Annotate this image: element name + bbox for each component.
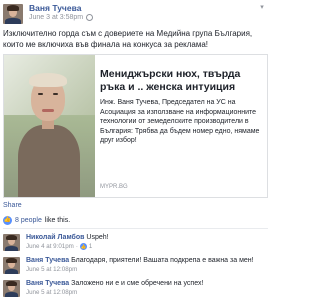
comment: Николай Ламбов Uspeh! June 4 at 9:01pm ·…: [3, 232, 268, 254]
comment-text: Заложено ни е и сме обречени на успех!: [71, 280, 204, 287]
commenter-avatar[interactable]: [3, 234, 20, 251]
author-name[interactable]: Ваня Тучева: [29, 3, 81, 13]
chevron-down-icon[interactable]: ▾: [257, 4, 267, 12]
comment-meta: June 5 at 12:08pm: [26, 266, 77, 273]
link-preview-card[interactable]: Мениджърски нюх, твърда ръка и .. женска…: [3, 54, 268, 198]
link-preview-image[interactable]: [4, 55, 95, 197]
link-title[interactable]: Мениджърски нюх, твърда ръка и .. женска…: [100, 68, 264, 94]
comment-body: Ваня Тучева Благодаря, приятели! Вашата …: [26, 256, 266, 265]
meta-separator: ·: [75, 243, 78, 250]
comment-meta: June 5 at 12:08pm: [26, 289, 77, 296]
comment: Ваня Тучева Благодаря, приятели! Вашата …: [3, 255, 268, 277]
globe-icon: [86, 14, 94, 21]
author-avatar[interactable]: [3, 4, 23, 24]
comment: Ваня Тучева Заложено ни е и сме обречени…: [3, 278, 268, 300]
comment-author[interactable]: Ваня Тучева: [26, 280, 69, 287]
likes-suffix: like this.: [44, 216, 71, 224]
post-timestamp[interactable]: June 3 at 3:58pm: [29, 14, 83, 21]
link-domain: MYPR.BG: [100, 184, 128, 190]
thumbs-up-icon: 👍: [79, 243, 87, 250]
share-button[interactable]: Share: [3, 202, 22, 209]
comment-text: Uspeh!: [86, 234, 109, 241]
link-description: Инж. Ваня Тучева, Председател на УС на А…: [100, 99, 260, 144]
comment-timestamp[interactable]: June 5 at 12:08pm: [26, 266, 77, 273]
comment-meta: June 4 at 9:01pm · 👍 1: [26, 243, 92, 250]
commenter-avatar[interactable]: [3, 280, 20, 297]
thumbs-up-icon: 👍: [3, 215, 12, 225]
likes-count-link[interactable]: 8 people: [15, 217, 42, 224]
comment-author[interactable]: Николай Ламбов: [26, 234, 84, 241]
comment-text: Благодаря, приятели! Вашата подкрепа е в…: [71, 257, 254, 264]
comment-body: Николай Ламбов Uspeh!: [26, 233, 266, 242]
post-text: Изключително горда съм с довериете на Ме…: [3, 29, 253, 49]
post-meta: June 3 at 3:58pm: [29, 14, 94, 21]
divider: [3, 228, 268, 229]
comment-author[interactable]: Ваня Тучева: [26, 257, 69, 264]
facebook-post: Ваня Тучева June 3 at 3:58pm ▾ Изключите…: [0, 0, 271, 300]
comment-timestamp[interactable]: June 4 at 9:01pm: [26, 243, 74, 250]
comment-body: Ваня Тучева Заложено ни е и сме обречени…: [26, 279, 266, 288]
comment-like-count[interactable]: 1: [89, 243, 92, 250]
comment-timestamp[interactable]: June 5 at 12:08pm: [26, 289, 77, 296]
likes-summary: 👍 8 people like this.: [3, 214, 268, 226]
commenter-avatar[interactable]: [3, 257, 20, 274]
